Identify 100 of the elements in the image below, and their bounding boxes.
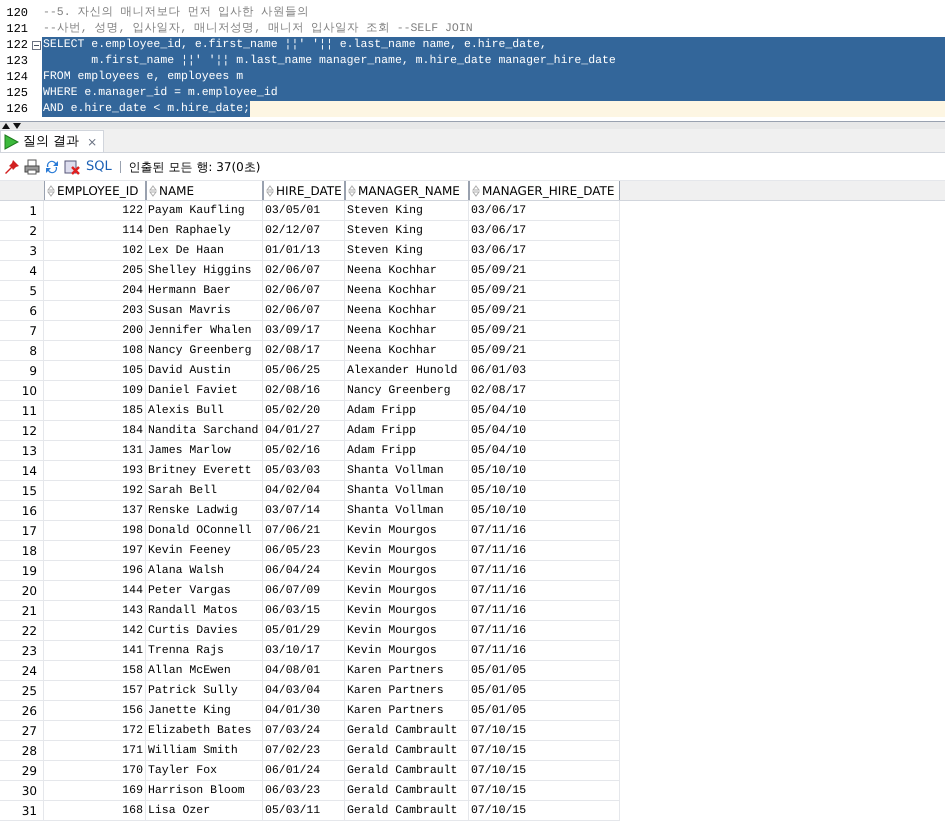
table-cell: 07/11/16 (469, 521, 620, 541)
sql-link[interactable]: SQL (86, 156, 112, 176)
row-number: 3 (0, 241, 44, 261)
table-cell: Gerald Cambrault (345, 781, 469, 801)
table-cell: William Smith (146, 741, 263, 761)
table-cell: Alexander Hunold (345, 361, 469, 381)
table-cell: 07/10/15 (469, 721, 620, 741)
table-cell: 07/11/16 (469, 541, 620, 561)
table-cell: 02/06/07 (263, 301, 345, 321)
table-cell: Lex De Haan (146, 241, 263, 261)
table-cell: 07/06/21 (263, 521, 345, 541)
refresh-icon[interactable] (44, 158, 60, 174)
results-tab[interactable]: 질의 결과 × (0, 130, 104, 152)
row-number: 25 (0, 681, 44, 701)
table-cell: Allan McEwen (146, 661, 263, 681)
table-cell: Steven King (345, 221, 469, 241)
table-cell: Britney Everett (146, 461, 263, 481)
table-cell: Neena Kochhar (345, 341, 469, 361)
table-cell: 04/03/04 (263, 681, 345, 701)
column-header[interactable]: EMPLOYEE_ID (44, 181, 146, 200)
row-number: 27 (0, 721, 44, 741)
table-cell: 05/03/11 (263, 801, 345, 821)
table-cell: 07/10/15 (469, 781, 620, 801)
row-number: 16 (0, 501, 44, 521)
table-cell: 03/07/14 (263, 501, 345, 521)
table-cell: 193 (44, 461, 146, 481)
delete-icon[interactable] (64, 158, 80, 174)
table-cell: 07/10/15 (469, 801, 620, 821)
table-cell: 172 (44, 721, 146, 741)
row-number: 6 (0, 301, 44, 321)
pin-icon[interactable] (4, 158, 20, 174)
table-cell: 05/10/10 (469, 481, 620, 501)
close-icon[interactable]: × (83, 132, 102, 150)
table-cell: 198 (44, 521, 146, 541)
line-number: 121 (5, 21, 29, 37)
table-cell: Neena Kochhar (345, 301, 469, 321)
table-cell: Randall Matos (146, 601, 263, 621)
table-cell: 07/11/16 (469, 561, 620, 581)
table-cell: Kevin Mourgos (345, 541, 469, 561)
table-cell: 04/01/27 (263, 421, 345, 441)
row-number: 18 (0, 541, 44, 561)
table-cell: Nancy Greenberg (146, 341, 263, 361)
table-cell: 06/05/23 (263, 541, 345, 561)
line-number: 123 (5, 53, 29, 69)
table-cell: 06/07/09 (263, 581, 345, 601)
table-cell: 06/04/24 (263, 561, 345, 581)
column-header[interactable]: MANAGER_NAME (345, 181, 469, 200)
row-number: 13 (0, 441, 44, 461)
table-cell: 169 (44, 781, 146, 801)
table-cell: 04/08/01 (263, 661, 345, 681)
table-cell: 02/06/07 (263, 261, 345, 281)
table-cell: 05/09/21 (469, 261, 620, 281)
table-cell: 05/04/10 (469, 441, 620, 461)
table-cell: 203 (44, 301, 146, 321)
table-cell: Steven King (345, 241, 469, 261)
line-number: 120 (5, 5, 29, 21)
table-cell: Patrick Sully (146, 681, 263, 701)
table-cell: 137 (44, 501, 146, 521)
splitter-arrows-icon[interactable] (1, 122, 23, 130)
table-cell: 03/06/17 (469, 221, 620, 241)
table-cell: 205 (44, 261, 146, 281)
table-cell: 07/02/23 (263, 741, 345, 761)
table-cell: 204 (44, 281, 146, 301)
table-cell: 02/08/17 (469, 381, 620, 401)
table-cell: 07/11/16 (469, 641, 620, 661)
table-cell: Renske Ladwig (146, 501, 263, 521)
row-number: 26 (0, 701, 44, 721)
table-cell: Neena Kochhar (345, 281, 469, 301)
row-number: 20 (0, 581, 44, 601)
table-cell: 05/01/05 (469, 661, 620, 681)
print-icon[interactable] (24, 158, 40, 174)
table-cell: 03/05/01 (263, 201, 345, 221)
table-cell: 196 (44, 561, 146, 581)
row-number: 31 (0, 801, 44, 821)
tab-label: 질의 결과 (23, 132, 80, 151)
row-number: 7 (0, 321, 44, 341)
table-cell: Kevin Mourgos (345, 561, 469, 581)
column-label: NAME (159, 182, 194, 200)
table-cell: Neena Kochhar (345, 261, 469, 281)
table-cell: Shanta Vollman (345, 461, 469, 481)
table-cell: Nandita Sarchand (146, 421, 263, 441)
table-cell: 03/06/17 (469, 201, 620, 221)
table-cell: Kevin Mourgos (345, 581, 469, 601)
table-cell: Elizabeth Bates (146, 721, 263, 741)
table-cell: Nancy Greenberg (345, 381, 469, 401)
table-cell: Alexis Bull (146, 401, 263, 421)
column-header[interactable]: MANAGER_HIRE_DATE (469, 181, 620, 200)
table-cell: 200 (44, 321, 146, 341)
column-header[interactable]: HIRE_DATE (263, 181, 345, 200)
table-cell: 02/08/16 (263, 381, 345, 401)
table-cell: Steven King (345, 201, 469, 221)
table-cell: 142 (44, 621, 146, 641)
column-header[interactable]: NAME (146, 181, 263, 200)
collapse-icon[interactable] (32, 40, 40, 50)
table-cell: 05/10/10 (469, 501, 620, 521)
table-cell: 05/03/03 (263, 461, 345, 481)
line-number: 126 (5, 101, 29, 117)
table-cell: Kevin Mourgos (345, 601, 469, 621)
table-cell: Karen Partners (345, 701, 469, 721)
column-label: MANAGER_HIRE_DATE (482, 182, 614, 200)
